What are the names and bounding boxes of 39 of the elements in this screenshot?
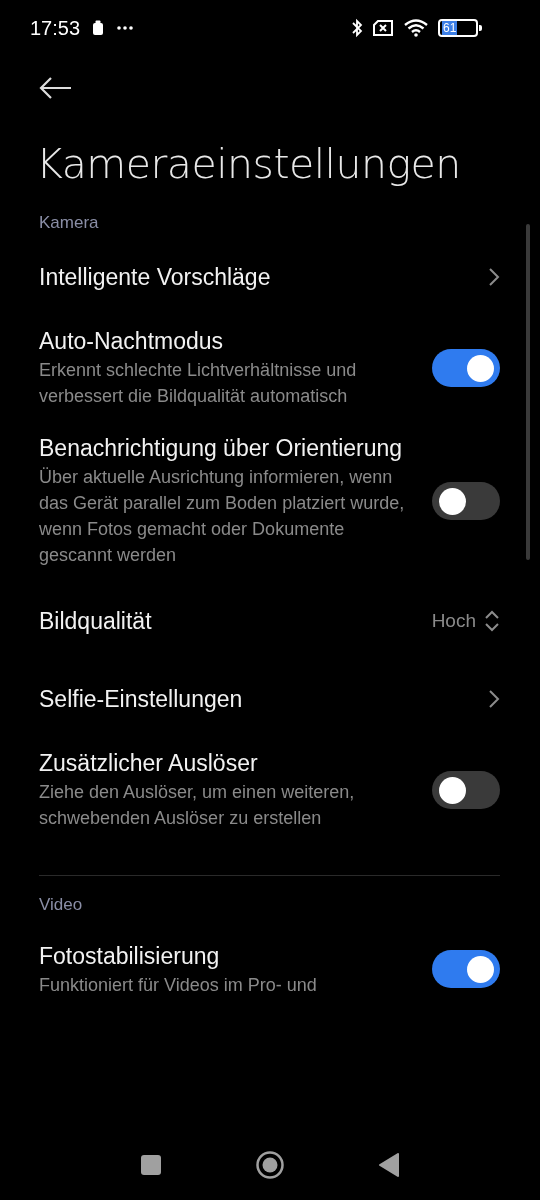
section-header: Video — [39, 894, 84, 916]
recents-icon[interactable] — [140, 1154, 162, 1176]
section-header: Kamera — [39, 212, 100, 234]
setting-title: Bildqualität — [39, 606, 153, 636]
sim-card-icon — [372, 19, 394, 37]
toggle-switch[interactable] — [432, 770, 500, 809]
settings-item[interactable]: Fotostabilisierung Funktioniert für Videos im Pro- und — [0, 920, 540, 1022]
toggle-switch[interactable] — [432, 481, 500, 520]
setting-value: Hoch — [431, 610, 476, 632]
setting-description: Ziehe den Auslöser, um einen weiteren, schwebenden Auslöser zu erstellen — [39, 781, 356, 830]
status-time: 17:53 — [30, 16, 81, 40]
home-icon[interactable] — [255, 1150, 285, 1180]
setting-description: Erkennt schlechte Lichtverhältnisse und verbessert die Bildqualität automatisch — [39, 359, 358, 408]
setting-title: Benachrichtigung über Orientierung — [39, 434, 404, 463]
settings-item[interactable]: Zusätzlicher Auslöser Ziehe den Auslöser, um einen weiteren, schwebenden Auslöser zu erstellen — [0, 738, 540, 845]
setting-title: Selfie-Einstellungen — [39, 684, 244, 714]
setting-description: Über aktuelle Ausrichtung informieren, wenn das Gerät parallel zum Boden platziert wurde, wenn Fotos gemacht oder Dokumente gescannt werden — [39, 466, 406, 567]
setting-title: Zusätzlicher Auslöser — [39, 749, 259, 778]
more-icon — [116, 25, 135, 31]
page-title: Kameraeinstellungen — [36, 139, 462, 190]
back-icon[interactable] — [39, 77, 73, 99]
settings-item[interactable]: Bildqualität Hoch — [0, 582, 540, 660]
setting-title: Fotostabilisierung — [39, 941, 221, 971]
settings-item[interactable]: Benachrichtigung über Orientierung Über aktuelle Ausrichtung informieren, wenn das Gerät parallel zum Boden platziert wurde, wenn Fotos gemacht oder Dokumente gescannt werden — [0, 423, 540, 582]
toggle-switch[interactable] — [432, 348, 500, 387]
settings-item[interactable]: Intelligente Vorschläge — [0, 238, 540, 316]
battery-level: 61 — [442, 21, 458, 35]
up-down-icon — [484, 609, 500, 633]
toggle-switch[interactable] — [432, 950, 500, 988]
bluetooth-icon — [351, 18, 363, 38]
settings-item[interactable]: Auto-Nachtmodus Erkennt schlechte Lichtverhältnisse und verbessert die Bildqualität automatisch — [0, 316, 540, 423]
wifi-icon — [403, 18, 429, 38]
setting-description: Funktioniert für Videos im Pro- und — [39, 973, 318, 997]
chevron-right-icon — [488, 267, 500, 287]
chevron-right-icon — [488, 689, 500, 709]
setting-title: Auto-Nachtmodus — [39, 327, 225, 356]
setting-title: Intelligente Vorschläge — [39, 262, 272, 292]
settings-item[interactable]: Selfie-Einstellungen — [0, 660, 540, 738]
back-nav-icon[interactable] — [378, 1153, 400, 1177]
